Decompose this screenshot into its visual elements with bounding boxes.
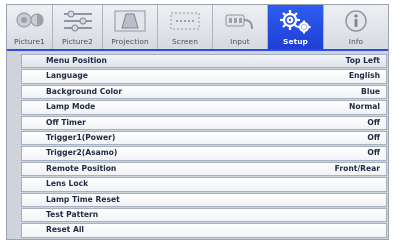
menu-item-label: Menu Position: [46, 56, 107, 65]
menu-item-label: Language: [46, 71, 88, 81]
screen-icon: [170, 12, 200, 30]
tab-bar: Picture1 Picture2 Projection Screen Inpu…: [7, 5, 388, 51]
menu-item-value: English: [348, 71, 380, 81]
menu-item-off-timer[interactable]: Off Timer Off: [21, 115, 387, 130]
menu-item-label: Trigger2(Asamo): [46, 148, 118, 158]
menu-item-menu-position[interactable]: Menu Position Top Left: [21, 54, 387, 69]
tab-screen[interactable]: Screen: [158, 5, 213, 49]
menu-item-label: Lamp Mode: [46, 102, 96, 112]
menu-item-value: Off: [367, 117, 380, 127]
tab-label: Screen: [171, 37, 198, 46]
menu-item-label: Reset All: [46, 225, 85, 235]
tab-setup[interactable]: Setup: [268, 5, 324, 49]
menu-item-remote-position[interactable]: Remote Position Front/Rear: [21, 161, 387, 177]
menu-item-reset-all[interactable]: Reset All: [21, 223, 387, 238]
menu-item-trigger2[interactable]: Trigger2(Asamo) Off: [21, 146, 387, 161]
tab-label: Picture1: [14, 37, 45, 46]
gear-icon: [279, 10, 310, 34]
menu-item-background-color[interactable]: Background Color Blue: [21, 84, 387, 100]
tab-label: Projection: [111, 37, 149, 46]
menu-item-value: Off: [367, 132, 380, 142]
tab-label: Info: [348, 37, 364, 46]
menu-item-label: Lamp Time Reset: [46, 194, 120, 204]
tab-label: Setup: [283, 37, 308, 46]
tab-picture1[interactable]: Picture1: [7, 5, 53, 49]
menu-item-lamp-mode[interactable]: Lamp Mode Normal: [21, 100, 387, 115]
picture1-icon: [16, 12, 43, 28]
input-icon: [225, 14, 253, 30]
menu-item-label: Remote Position: [46, 163, 117, 173]
menu-item-lamp-time-reset[interactable]: Lamp Time Reset: [21, 192, 387, 207]
menu-item-lens-lock[interactable]: Lens Lock: [21, 177, 387, 192]
tab-input[interactable]: Input: [213, 5, 268, 49]
menu-item-label: Lens Lock: [46, 179, 89, 189]
tab-label: Picture2: [62, 37, 93, 46]
menu-item-label: Test Pattern: [46, 209, 99, 219]
menu-item-value: Front/Rear: [334, 163, 380, 173]
tab-picture2[interactable]: Picture2: [53, 5, 103, 49]
tab-projection[interactable]: Projection: [103, 5, 158, 49]
menu-item-language[interactable]: Language English: [21, 69, 387, 84]
menu-item-test-pattern[interactable]: Test Pattern: [21, 207, 387, 223]
menu-item-value: Top Left: [345, 56, 380, 65]
menu-item-label: Off Timer: [46, 117, 86, 127]
menu-item-value: Normal: [349, 102, 380, 112]
info-icon: [345, 10, 367, 32]
tab-label: Input: [230, 37, 250, 46]
setup-menu-list: Menu Position Top Left Language English …: [21, 54, 387, 239]
tab-info[interactable]: Info: [324, 5, 388, 49]
osd-menu: Picture1 Picture2 Projection Screen Inpu…: [6, 4, 389, 240]
menu-item-label: Background Color: [46, 86, 123, 96]
menu-item-value: Off: [367, 148, 380, 158]
menu-item-value: Blue: [361, 86, 380, 96]
picture2-icon: [63, 10, 92, 32]
menu-item-label: Trigger1(Power): [46, 132, 116, 142]
projection-icon: [114, 10, 146, 32]
menu-item-trigger1[interactable]: Trigger1(Power) Off: [21, 130, 387, 146]
